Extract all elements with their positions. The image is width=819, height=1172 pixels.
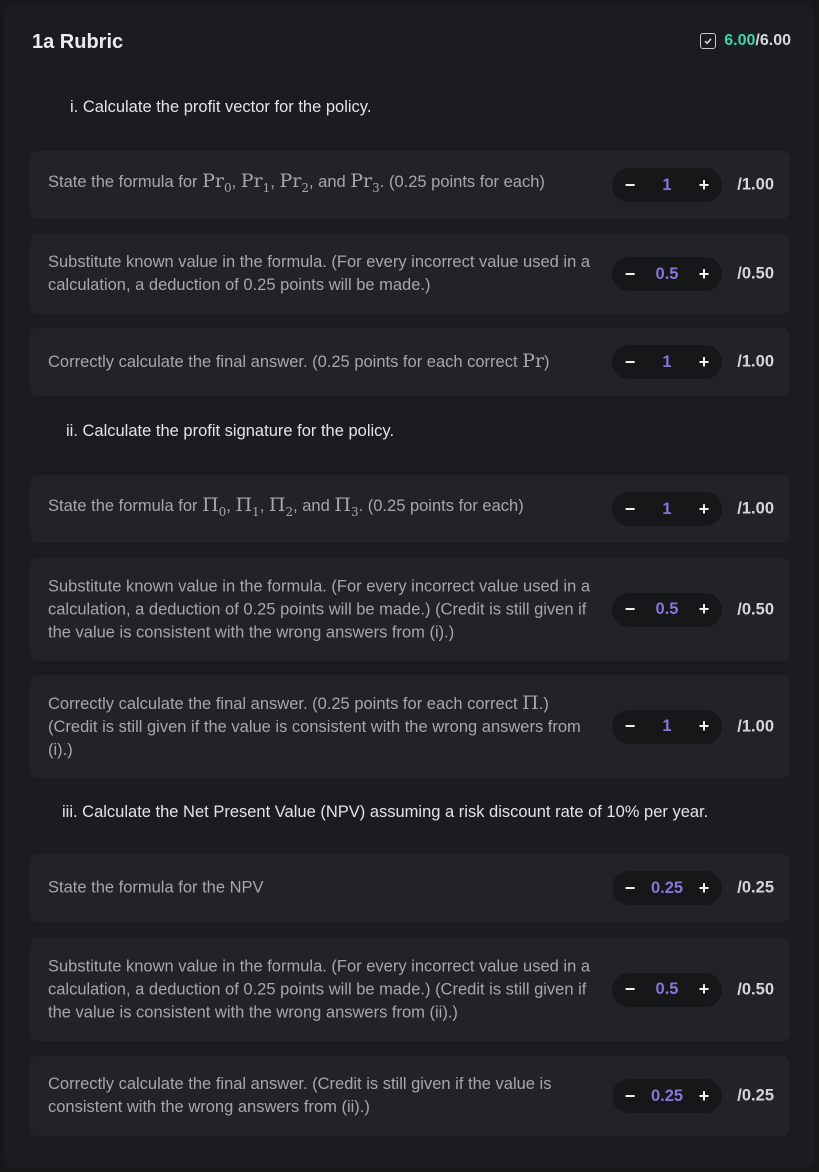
decrement-button[interactable]: − bbox=[620, 1086, 640, 1106]
criterion-text: Correctly calculate the final answer. (C… bbox=[48, 1075, 552, 1116]
math-pr3: Pr3 bbox=[350, 170, 380, 195]
score-value[interactable]: 1 bbox=[640, 353, 694, 372]
criterion-card: Correctly calculate the final answer. (C… bbox=[30, 1056, 790, 1136]
criterion-text: Substitute known value in the formula. (… bbox=[48, 957, 591, 1021]
score-value[interactable]: 0.5 bbox=[640, 600, 694, 619]
rubric-title: 1a Rubric bbox=[32, 31, 124, 53]
math-pi: Π bbox=[522, 691, 539, 714]
score-value[interactable]: 1 bbox=[640, 176, 694, 195]
math-pi2: Π2 bbox=[268, 494, 294, 519]
max-points: /1.00 bbox=[737, 717, 774, 735]
score-value[interactable]: 0.25 bbox=[640, 879, 694, 898]
decrement-button[interactable]: − bbox=[620, 979, 640, 1000]
rubric-panel: 1a Rubric 6.00 /6.00 i. Calculate the pr… bbox=[4, 4, 815, 1168]
decrement-button[interactable]: − bbox=[620, 175, 640, 195]
math-pr0: Pr0 bbox=[202, 170, 232, 195]
increment-button[interactable]: + bbox=[694, 352, 714, 372]
max-points: /1.00 bbox=[737, 352, 774, 371]
score-earned: 6.00 bbox=[724, 32, 756, 49]
math-pi3: Π3 bbox=[334, 494, 359, 519]
max-points: /0.50 bbox=[737, 264, 774, 283]
max-points: /0.25 bbox=[737, 878, 774, 897]
max-points: /0.25 bbox=[737, 1086, 774, 1105]
math-pi1: Π1 bbox=[235, 494, 260, 519]
math-pr2: Pr2 bbox=[279, 170, 309, 195]
criterion-text: State the formula for Π0, Π1, Π2, and Π3… bbox=[48, 494, 524, 519]
section-title-i: i. Calculate the profit vector for the p… bbox=[70, 98, 372, 116]
decrement-button[interactable]: − bbox=[620, 352, 640, 372]
score-value[interactable]: 0.5 bbox=[640, 980, 694, 999]
decrement-button[interactable]: − bbox=[620, 878, 640, 898]
increment-button[interactable]: + bbox=[694, 979, 714, 1000]
increment-button[interactable]: + bbox=[694, 599, 714, 620]
math-pi0: Π0 bbox=[202, 494, 227, 519]
increment-button[interactable]: + bbox=[694, 1086, 714, 1106]
score-stepper: − 0.5 + bbox=[612, 257, 722, 291]
criterion-card: State the formula for the NPV − 0.25 + /… bbox=[30, 854, 790, 922]
score-value[interactable]: 0.25 bbox=[640, 1087, 694, 1106]
section-title-iii: iii. Calculate the Net Present Value (NP… bbox=[62, 803, 709, 821]
increment-button[interactable]: + bbox=[694, 175, 714, 195]
score-total: /6.00 bbox=[755, 32, 791, 49]
decrement-button[interactable]: − bbox=[620, 264, 640, 284]
criterion-text: Substitute known value in the formula. (… bbox=[48, 577, 591, 641]
criterion-card: State the formula for Pr0, Pr1, Pr2, and… bbox=[30, 151, 790, 219]
math-pr: Pr bbox=[522, 350, 545, 372]
criterion-text: Correctly calculate the final answer. (0… bbox=[48, 350, 550, 372]
score-stepper: − 1 + bbox=[612, 345, 722, 379]
decrement-button[interactable]: − bbox=[620, 499, 640, 519]
score-stepper: − 1 + bbox=[612, 709, 722, 744]
criterion-text: State the formula for Pr0, Pr1, Pr2, and… bbox=[48, 170, 545, 195]
criterion-text: Substitute known value in the formula. (… bbox=[48, 253, 591, 294]
max-points: /0.50 bbox=[737, 600, 774, 618]
criterion-card: Substitute known value in the formula. (… bbox=[30, 558, 790, 661]
decrement-button[interactable]: − bbox=[620, 716, 640, 737]
criterion-card: Correctly calculate the final answer. (0… bbox=[30, 328, 790, 396]
score-value[interactable]: 1 bbox=[640, 717, 694, 736]
max-points: /1.00 bbox=[737, 175, 774, 194]
score-stepper: − 0.25 + bbox=[612, 1079, 722, 1113]
total-score: 6.00 /6.00 bbox=[700, 32, 791, 50]
criterion-card: Substitute known value in the formula. (… bbox=[30, 938, 790, 1041]
increment-button[interactable]: + bbox=[694, 878, 714, 898]
section-title-ii: ii. Calculate the profit signature for t… bbox=[66, 422, 395, 440]
score-stepper: − 0.5 + bbox=[612, 592, 722, 627]
max-points: /1.00 bbox=[737, 499, 774, 518]
math-pr1: Pr1 bbox=[240, 170, 271, 195]
criterion-card: Correctly calculate the final answer. (0… bbox=[30, 675, 790, 778]
increment-button[interactable]: + bbox=[694, 499, 714, 519]
score-value[interactable]: 1 bbox=[640, 500, 694, 519]
criterion-card: Substitute known value in the formula. (… bbox=[30, 234, 790, 314]
score-stepper: − 0.25 + bbox=[612, 871, 722, 905]
criterion-text: State the formula for the NPV bbox=[48, 878, 264, 897]
max-points: /0.50 bbox=[737, 980, 774, 998]
score-stepper: − 1 + bbox=[612, 168, 722, 202]
increment-button[interactable]: + bbox=[694, 264, 714, 284]
criterion-text: Correctly calculate the final answer. (0… bbox=[48, 691, 581, 759]
decrement-button[interactable]: − bbox=[620, 599, 640, 620]
criterion-card: State the formula for Π0, Π1, Π2, and Π3… bbox=[30, 475, 790, 543]
check-square-icon bbox=[700, 33, 717, 49]
score-stepper: − 0.5 + bbox=[612, 972, 722, 1007]
score-value[interactable]: 0.5 bbox=[640, 265, 694, 284]
score-stepper: − 1 + bbox=[612, 492, 722, 526]
increment-button[interactable]: + bbox=[694, 716, 714, 737]
